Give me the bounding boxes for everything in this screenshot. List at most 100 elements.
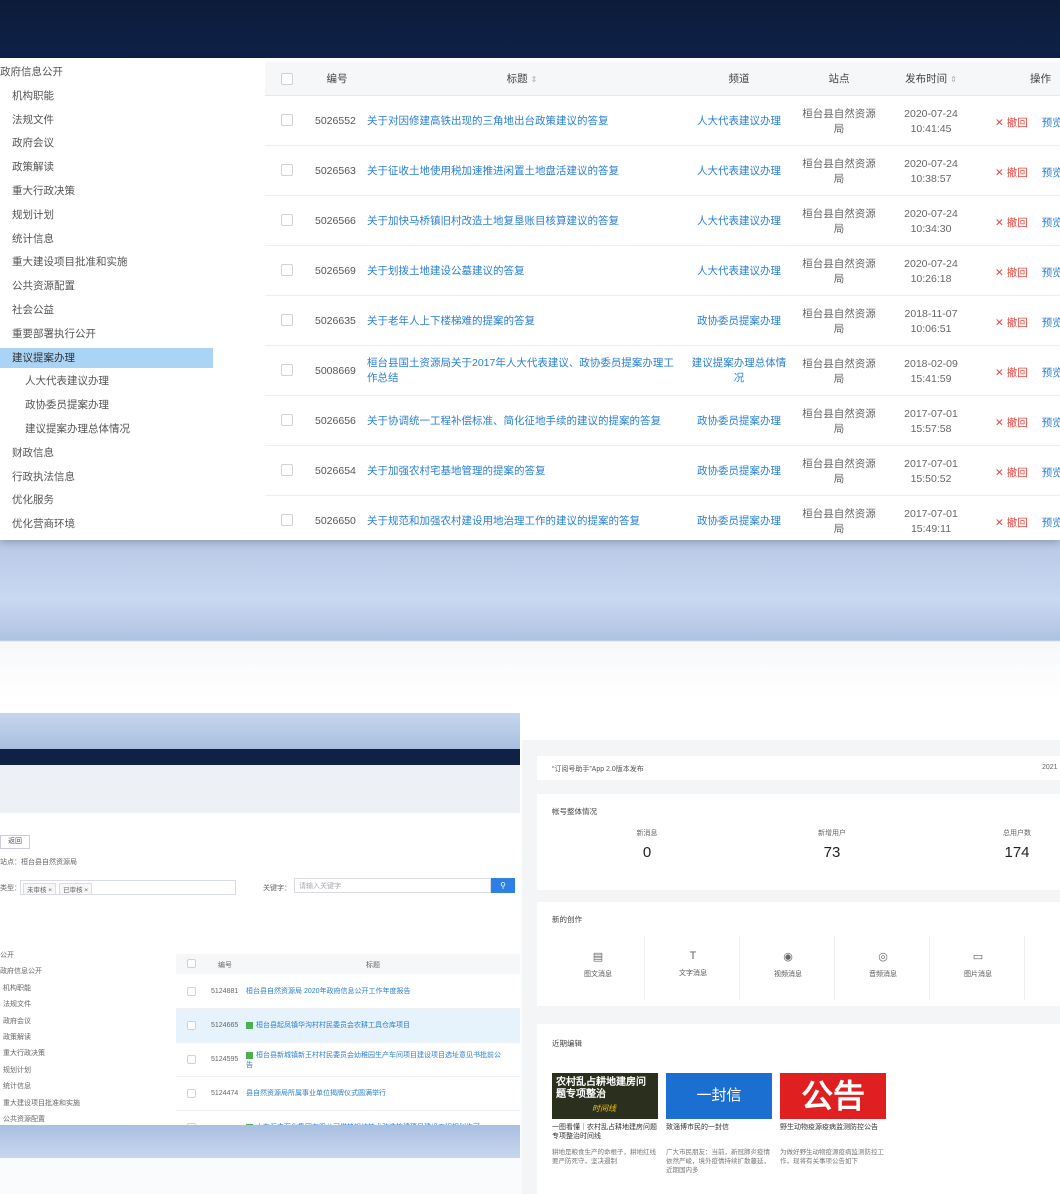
tree-item[interactable]: 政府会议 [3, 1016, 31, 1026]
row-checkbox[interactable] [187, 987, 196, 996]
type-filter-field[interactable]: 未审核 × 已审核 × [20, 880, 236, 895]
preview-button[interactable]: 预览 [1042, 267, 1060, 279]
keyword-input[interactable]: 请输入关键字 [294, 878, 491, 893]
tree-item[interactable]: 重大行政决策 [3, 1048, 45, 1058]
tree-item[interactable]: 公共资源配置 [3, 1114, 45, 1124]
tree-item[interactable]: 行政执法信息 [0, 467, 75, 487]
tree-item[interactable]: 重大行政决策 [0, 181, 75, 201]
row-title-link[interactable]: 关于征收土地使用税加速推进闲置土地盘活建议的答复 [367, 164, 677, 179]
create-document-button[interactable]: ▤ 图文消息 [552, 936, 645, 1000]
search-button[interactable]: ⚲ [491, 878, 515, 893]
row-checkbox[interactable] [281, 464, 293, 476]
sort-icon[interactable]: ⇕ [531, 75, 538, 84]
tree-item[interactable]: 政府信息公开 [0, 966, 42, 976]
article-thumbnail[interactable]: 公告 [780, 1073, 886, 1119]
row-channel-link[interactable]: 人大代表建议办理 [687, 264, 791, 279]
create-image-button[interactable]: ▭ 图片消息 [932, 936, 1025, 1000]
preview-button[interactable]: 预览 [1042, 417, 1060, 429]
row-title-link[interactable]: 关于加快马桥镇旧村改造土地复垦账目核算建议的答复 [367, 214, 677, 229]
select-all-checkbox[interactable] [187, 959, 196, 968]
tree-item[interactable]: 政策解读 [0, 157, 54, 177]
tree-item[interactable]: 法规文件 [0, 110, 54, 130]
select-all-checkbox[interactable] [281, 73, 293, 85]
row-channel-link[interactable]: 政协委员提案办理 [687, 314, 791, 329]
tree-item[interactable]: 规划计划 [0, 205, 54, 225]
withdraw-button[interactable]: ✕ 撤回 [995, 467, 1028, 479]
row-title-link[interactable]: 关于老年人上下楼梯难的提案的答复 [367, 314, 677, 329]
notice-text[interactable]: “订阅号助手”App 2.0版本发布 [552, 764, 644, 774]
row-title-link[interactable]: 桓台县自然资源局 2020年政府信息公开工作年度报告 [246, 987, 506, 997]
row-title-link[interactable]: 县自然资源局所属事业单位揭牌仪式圆满举行 [246, 1089, 506, 1099]
row-channel-link[interactable]: 人大代表建议办理 [687, 214, 791, 229]
col-time-header[interactable]: 发布时间 ⇕ [887, 62, 975, 96]
tree-item[interactable]: 政府信息公开 [0, 62, 63, 82]
tree-item[interactable]: 公开 [0, 950, 14, 960]
row-title-link[interactable]: 关于规范和加强农村建设用地治理工作的建议的提案的答复 [367, 514, 677, 529]
row-title-link[interactable]: 关于协调统一工程补偿标准、简化征地手续的建议的提案的答复 [367, 414, 677, 429]
tree-item[interactable]: 统计信息 [3, 1081, 31, 1091]
withdraw-button[interactable]: ✕ 撤回 [995, 167, 1028, 179]
tree-item[interactable]: 财政信息 [0, 443, 54, 463]
withdraw-button[interactable]: ✕ 撤回 [995, 217, 1028, 229]
row-checkbox[interactable] [281, 114, 293, 126]
row-checkbox[interactable] [187, 1055, 196, 1064]
tree-item[interactable]: 政协委员提案办理 [0, 395, 109, 415]
tree-item[interactable]: 公共资源配置 [0, 276, 75, 296]
tree-item[interactable]: 建议提案办理总体情况 [0, 419, 130, 439]
article-caption[interactable]: 致淄博市民的一封信 [666, 1123, 772, 1132]
tree-item[interactable]: 优化服务 [0, 490, 54, 510]
preview-button[interactable]: 预览 [1042, 367, 1060, 379]
preview-button[interactable]: 预览 [1042, 217, 1060, 229]
row-checkbox[interactable] [281, 164, 293, 176]
tree-item[interactable]: 法规文件 [3, 999, 31, 1009]
preview-button[interactable]: 预览 [1042, 117, 1060, 129]
row-checkbox[interactable] [187, 1021, 196, 1030]
row-channel-link[interactable]: 人大代表建议办理 [687, 114, 791, 129]
row-checkbox[interactable] [281, 264, 293, 276]
tree-item[interactable]: 建议提案办理 [0, 347, 213, 368]
row-channel-link[interactable]: 政协委员提案办理 [687, 464, 791, 479]
tree-item[interactable]: 统计信息 [0, 229, 54, 249]
row-checkbox[interactable] [281, 514, 293, 526]
row-channel-link[interactable]: 人大代表建议办理 [687, 164, 791, 179]
tree-item[interactable]: 重要部署执行公开 [0, 324, 96, 344]
row-title-link[interactable]: 关于划拨土地建设公墓建议的答复 [367, 264, 677, 279]
tree-item[interactable]: 优化营商环境 [0, 514, 75, 534]
row-channel-link[interactable]: 政协委员提案办理 [687, 414, 791, 429]
sort-icon[interactable]: ⇕ [950, 75, 957, 84]
row-title-link[interactable]: 桓台县国土资源局关于2017年人大代表建议、政协委员提案办理工作总结 [367, 356, 677, 386]
tree-item[interactable]: 机构职能 [3, 983, 31, 993]
filter-tag[interactable]: 已审核 × [59, 883, 93, 895]
tree-item[interactable]: 政府会议 [0, 133, 54, 153]
create-video-button[interactable]: ◉ 视频消息 [742, 936, 835, 1000]
back-button[interactable]: 返回 [0, 835, 30, 849]
create-text-button[interactable]: T 文字消息 [647, 936, 740, 1000]
col-title-header[interactable]: 标题 [366, 960, 380, 970]
withdraw-button[interactable]: ✕ 撤回 [995, 367, 1028, 379]
article-thumbnail[interactable]: 一封信 [666, 1073, 772, 1119]
tree-item[interactable]: 社会公益 [0, 300, 54, 320]
article-caption[interactable]: 野生动物疫源疫病监测防控公告 [780, 1123, 886, 1132]
row-title-link[interactable]: 桓台县新城镇新王村村民委员会幼稚园生产车间项目建设项目选址意见书批前公告 [246, 1051, 506, 1071]
withdraw-button[interactable]: ✕ 撤回 [995, 267, 1028, 279]
withdraw-button[interactable]: ✕ 撤回 [995, 517, 1028, 529]
row-channel-link[interactable]: 政协委员提案办理 [687, 514, 791, 529]
tree-item[interactable]: 政策解读 [3, 1032, 31, 1042]
filter-tag[interactable]: 未审核 × [23, 883, 57, 895]
withdraw-button[interactable]: ✕ 撤回 [995, 317, 1028, 329]
row-checkbox[interactable] [281, 214, 293, 226]
tree-item[interactable]: 重大建设项目批准和实施 [0, 252, 128, 272]
preview-button[interactable]: 预览 [1042, 517, 1060, 529]
col-title-header[interactable]: 标题 ⇕ [367, 62, 677, 96]
row-title-link[interactable]: 桓台县起凤镇华沟村村民委员会农耕工具仓库项目 [246, 1021, 506, 1031]
tree-item[interactable]: 机构职能 [0, 86, 54, 106]
preview-button[interactable]: 预览 [1042, 467, 1060, 479]
article-thumbnail[interactable]: 农村乱占耕地建房问题专项整治 时间线 [552, 1073, 658, 1119]
tree-item[interactable]: 规划计划 [3, 1065, 31, 1075]
row-channel-link[interactable]: 建议提案办理总体情况 [687, 356, 791, 386]
row-title-link[interactable]: 关于对因修建高铁出现的三角地出台政策建议的答复 [367, 114, 677, 129]
row-checkbox[interactable] [187, 1089, 196, 1098]
tree-item[interactable]: 人大代表建议办理 [0, 371, 109, 391]
row-checkbox[interactable] [281, 414, 293, 426]
withdraw-button[interactable]: ✕ 撤回 [995, 117, 1028, 129]
